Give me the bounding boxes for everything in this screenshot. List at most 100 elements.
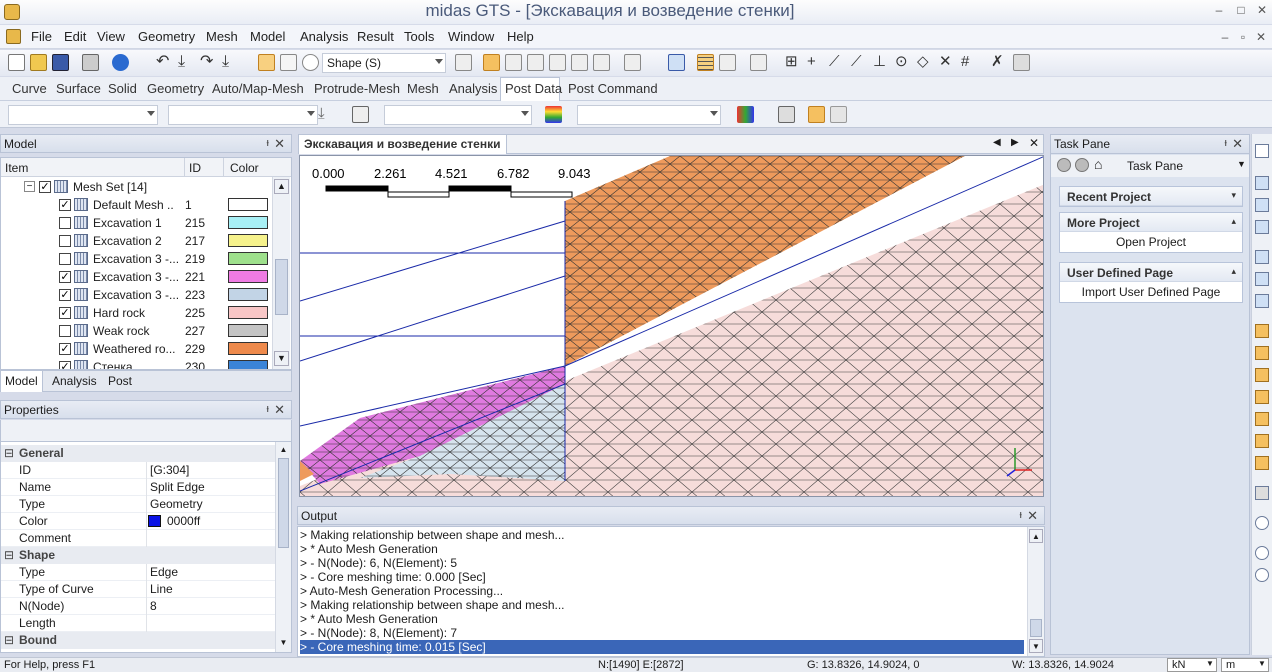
checkbox[interactable]: ✓ xyxy=(59,199,71,211)
combo-4[interactable] xyxy=(577,105,721,125)
scroll-up-icon[interactable]: ▲ xyxy=(1029,529,1043,543)
combo-2[interactable] xyxy=(168,105,318,125)
tab-post-data[interactable]: Post Data xyxy=(505,81,562,96)
filter-icon[interactable] xyxy=(302,54,319,71)
rotate-icon[interactable] xyxy=(1255,516,1269,530)
mesh-canvas[interactable]: 0.000 2.261 4.521 6.782 9.043 xyxy=(300,156,1044,497)
undo-icon[interactable]: ↶ xyxy=(156,54,173,71)
redo-icon[interactable]: ↷ xyxy=(200,54,217,71)
collapse-icon[interactable]: − xyxy=(24,181,35,192)
view-right-icon[interactable] xyxy=(1255,434,1269,448)
close-icon[interactable]: ✕ xyxy=(1255,3,1269,17)
tab-curve[interactable]: Curve xyxy=(12,81,47,96)
scroll-down-icon[interactable]: ▼ xyxy=(1029,639,1043,653)
palette-icon[interactable] xyxy=(737,106,754,123)
combo-1[interactable] xyxy=(8,105,158,125)
prop-row[interactable]: Type of Curve Line xyxy=(1,581,275,598)
menu-help[interactable]: Help xyxy=(507,29,534,44)
rotate-x-icon[interactable] xyxy=(1255,546,1269,560)
mesh-color-swatch[interactable] xyxy=(228,252,268,265)
prop-row[interactable]: Type Edge xyxy=(1,564,275,581)
lock-orange-icon[interactable] xyxy=(808,106,825,123)
arrow-down2-icon[interactable]: ⤓ xyxy=(222,54,239,71)
mesh-color-swatch[interactable] xyxy=(228,216,268,229)
prop-row[interactable]: Name Split Edge xyxy=(1,479,275,496)
collapse-icon[interactable]: ⊟ xyxy=(4,446,14,460)
view-top-icon[interactable] xyxy=(1255,346,1269,360)
close-icon[interactable]: ✕ xyxy=(1027,508,1038,524)
mesh-set-row[interactable]: Excavation 2 217 xyxy=(1,232,271,250)
chevron-down-icon[interactable]: ▾ xyxy=(1231,190,1236,201)
zoom-in-icon[interactable] xyxy=(1255,250,1269,264)
tool-icon-1[interactable] xyxy=(455,54,472,71)
mesh-color-swatch[interactable] xyxy=(228,270,268,283)
snap-off-icon[interactable]: ✗ xyxy=(991,54,1008,71)
scroll-thumb[interactable] xyxy=(275,259,288,315)
prop-row-color[interactable]: Color 0000ff xyxy=(1,513,275,530)
snap-line-icon[interactable]: ⟋ xyxy=(829,54,846,71)
recent-project-header[interactable]: Recent Project ▾ xyxy=(1060,187,1242,206)
snap-perp-icon[interactable]: ⊥ xyxy=(873,54,890,71)
zoom-fit-icon[interactable] xyxy=(1255,220,1269,234)
checkbox[interactable]: ✓ xyxy=(59,361,71,369)
select-pointer-icon[interactable] xyxy=(280,54,297,71)
axis-icon[interactable] xyxy=(750,54,767,71)
view-left-icon[interactable] xyxy=(1255,412,1269,426)
combo-3[interactable] xyxy=(384,105,532,125)
menu-analysis[interactable]: Analysis xyxy=(300,29,348,44)
tool-icon-4[interactable] xyxy=(527,54,544,71)
tab-solid[interactable]: Solid xyxy=(108,81,137,96)
maximize-icon[interactable]: □ xyxy=(1234,3,1248,17)
new-file-icon[interactable] xyxy=(8,54,25,71)
snap-x-icon[interactable]: ✕ xyxy=(939,54,956,71)
scroll-down-icon[interactable]: ▼ xyxy=(274,351,289,366)
open-project-link[interactable]: Open Project xyxy=(1060,232,1242,252)
tab-surface[interactable]: Surface xyxy=(56,81,101,96)
doc-close-icon[interactable]: ✕ xyxy=(1254,30,1268,44)
zoom-window-icon[interactable] xyxy=(1255,198,1269,212)
mesh-set-row[interactable]: ✓ Default Mesh .. 1 xyxy=(1,196,271,214)
mesh-color-swatch[interactable] xyxy=(228,360,268,369)
menu-geometry[interactable]: Geometry xyxy=(138,29,195,44)
view-tab-title[interactable]: Экскавация и возведение стенки xyxy=(304,137,500,151)
mesh-set-row[interactable]: ✓ Стенка 230 xyxy=(1,358,271,369)
mesh-set-row[interactable]: ✓ Excavation 3 -... 223 xyxy=(1,286,271,304)
close-icon[interactable]: ✕ xyxy=(1232,136,1243,152)
scroll-thumb[interactable] xyxy=(278,458,289,548)
checkbox[interactable]: ✓ xyxy=(39,181,51,193)
color-swatch[interactable] xyxy=(148,515,161,527)
tree-scrollbar[interactable]: ▲ ▼ xyxy=(272,177,290,369)
mesh-color-swatch[interactable] xyxy=(228,234,268,247)
doc-minimize-icon[interactable]: – xyxy=(1218,30,1232,44)
menu-mesh[interactable]: Mesh xyxy=(206,29,238,44)
camera-icon[interactable] xyxy=(1255,486,1269,500)
tool-icon-6[interactable] xyxy=(571,54,588,71)
view-iso-icon[interactable] xyxy=(1255,324,1269,338)
download-icon[interactable]: ⤓ xyxy=(318,106,335,123)
help-icon[interactable] xyxy=(112,54,129,71)
tab-post[interactable]: Post xyxy=(108,374,132,388)
tool-icon-8[interactable] xyxy=(624,54,641,71)
snap-circle-icon[interactable]: ⊙ xyxy=(895,54,912,71)
user-defined-page-header[interactable]: User Defined Page ▴ xyxy=(1060,263,1242,282)
prop-row[interactable]: N(Node) 8 xyxy=(1,598,275,615)
display-icon[interactable] xyxy=(668,54,685,71)
tool-icon-7[interactable] xyxy=(593,54,610,71)
scroll-up-icon[interactable]: ▲ xyxy=(274,179,289,194)
collapse-icon[interactable]: ⊟ xyxy=(4,548,14,562)
properties-scrollbar[interactable]: ▲ ▼ xyxy=(275,442,291,652)
grid-icon[interactable] xyxy=(697,54,714,71)
rotate-y-icon[interactable] xyxy=(1255,568,1269,582)
snap-mid-icon[interactable]: ⟋ xyxy=(851,54,868,71)
checkbox[interactable] xyxy=(59,217,71,229)
lock-gray-icon[interactable] xyxy=(830,106,847,123)
force-unit-select[interactable]: kN ▼ xyxy=(1167,658,1217,672)
column-id[interactable]: ID xyxy=(189,161,201,175)
zoom-icon[interactable] xyxy=(1255,176,1269,190)
more-project-header[interactable]: More Project ▴ xyxy=(1060,213,1242,232)
column-item[interactable]: Item xyxy=(5,161,28,175)
chevron-up-icon[interactable]: ▴ xyxy=(1231,266,1236,277)
scroll-down-icon[interactable]: ▼ xyxy=(277,636,290,650)
mesh-set-row[interactable]: Weak rock 227 xyxy=(1,322,271,340)
checkbox[interactable]: ✓ xyxy=(59,271,71,283)
